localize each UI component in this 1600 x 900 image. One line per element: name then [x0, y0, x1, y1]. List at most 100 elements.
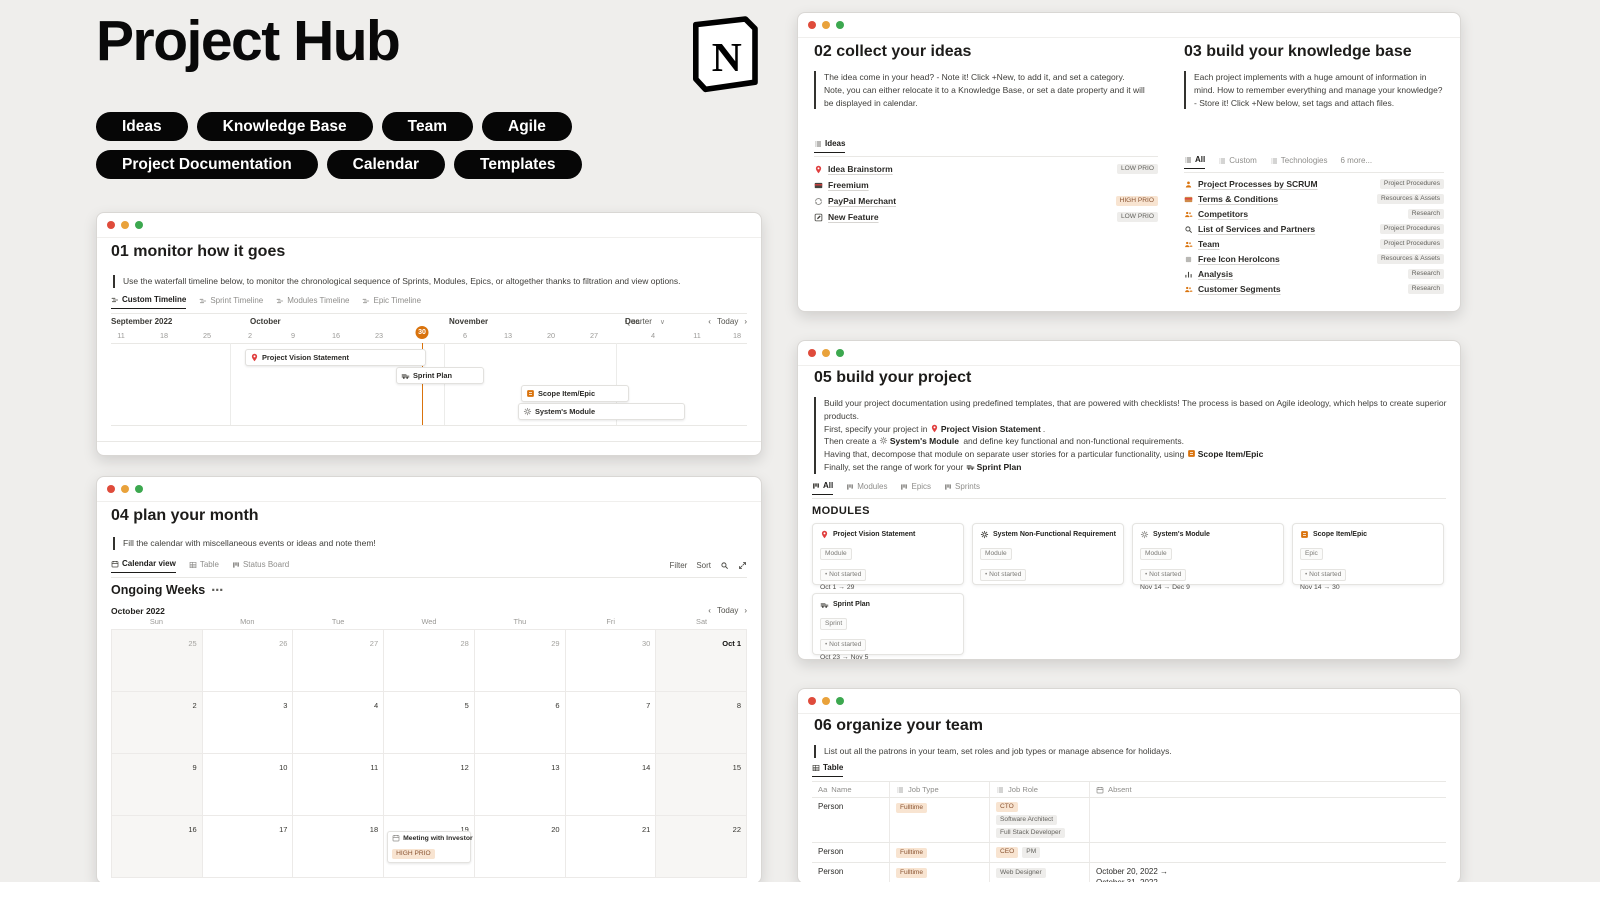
list-item[interactable]: Free Icon HeroIcons Resources & Assets — [1184, 254, 1444, 264]
prev-button[interactable]: ‹ — [708, 606, 711, 615]
calendar-cell[interactable]: 17 — [203, 816, 294, 878]
close-button[interactable] — [808, 349, 816, 357]
minimize-button[interactable] — [822, 349, 830, 357]
list-item[interactable]: Team Project Procedures — [1184, 239, 1444, 249]
tab-all[interactable]: All — [812, 481, 833, 495]
calendar-cell[interactable]: 14 — [566, 754, 657, 816]
zoom-button[interactable] — [135, 221, 143, 229]
list-item[interactable]: New Feature LOW PRIO — [814, 212, 1158, 222]
table-row[interactable]: Person Fulltime CEO PM — [812, 843, 1446, 863]
calendar-cell[interactable]: 21 — [566, 816, 657, 878]
zoom-button[interactable] — [836, 349, 844, 357]
today-marker[interactable]: 30 — [416, 326, 429, 339]
list-item[interactable]: List of Services and Partners Project Pr… — [1184, 224, 1444, 234]
close-button[interactable] — [808, 21, 816, 29]
tag-team[interactable]: Team — [382, 112, 473, 141]
minimize-button[interactable] — [121, 221, 129, 229]
list-item[interactable]: Analysis Research — [1184, 269, 1444, 279]
calendar-cell[interactable]: 26 — [203, 630, 294, 692]
tab-sprint-timeline[interactable]: Sprint Timeline — [199, 296, 263, 309]
tab-epic-timeline[interactable]: Epic Timeline — [362, 296, 421, 309]
calendar-cell[interactable]: 28 — [384, 630, 475, 692]
module-card[interactable]: Scope Item/Epic Epic Not started Nov 14 … — [1292, 523, 1444, 585]
tab-calendar-view[interactable]: Calendar view — [111, 559, 176, 573]
page-link[interactable]: Project Vision Statement — [941, 424, 1041, 434]
calendar-cell[interactable]: 16 — [112, 816, 203, 878]
list-item[interactable]: Idea Brainstorm LOW PRIO — [814, 164, 1158, 174]
tag-ideas[interactable]: Ideas — [96, 112, 188, 141]
tab-technologies[interactable]: Technologies — [1270, 156, 1328, 169]
filter-button[interactable]: Filter — [670, 561, 688, 570]
tab-table[interactable]: Table — [812, 763, 843, 777]
tag-templates[interactable]: Templates — [454, 150, 582, 179]
tab-table[interactable]: Table — [189, 560, 219, 573]
tab-modules[interactable]: Modules — [846, 482, 887, 495]
calendar-cell[interactable]: Oct 1 — [656, 630, 747, 692]
calendar-event[interactable]: Meeting with Investor HIGH PRIO — [387, 831, 471, 863]
list-item[interactable]: Freemium — [814, 180, 1158, 190]
list-item[interactable]: Terms & Conditions Resources & Assets — [1184, 194, 1444, 204]
tag-project-documentation[interactable]: Project Documentation — [96, 150, 318, 179]
sort-button[interactable]: Sort — [696, 561, 711, 570]
page-link[interactable]: System's Module — [890, 436, 959, 446]
calendar-cell[interactable]: 29 — [475, 630, 566, 692]
table-row[interactable]: Person Fulltime Web Designer October 20,… — [812, 863, 1446, 884]
close-button[interactable] — [107, 221, 115, 229]
calendar-cell[interactable]: 6 — [475, 692, 566, 754]
calendar-cell[interactable]: 8 — [656, 692, 747, 754]
tag-calendar[interactable]: Calendar — [327, 150, 445, 179]
list-item[interactable]: PayPal Merchant HIGH PRIO — [814, 196, 1158, 206]
expand-icon[interactable] — [738, 561, 747, 570]
quarter-select[interactable]: Quarter — [625, 317, 665, 326]
close-button[interactable] — [808, 697, 816, 705]
tab-modules-timeline[interactable]: Modules Timeline — [276, 296, 349, 309]
today-button[interactable]: Today — [717, 317, 738, 326]
calendar-cell[interactable]: 10 — [203, 754, 294, 816]
timeline-bar-scope-item[interactable]: Scope Item/Epic — [521, 385, 629, 402]
tab-more[interactable]: 6 more... — [1341, 156, 1373, 169]
calendar-cell[interactable]: 13 — [475, 754, 566, 816]
module-card[interactable]: System's Module Module Not started Nov 1… — [1132, 523, 1284, 585]
zoom-button[interactable] — [836, 697, 844, 705]
calendar-cell[interactable]: 2 — [112, 692, 203, 754]
calendar-cell[interactable]: 12 — [384, 754, 475, 816]
minimize-button[interactable] — [822, 21, 830, 29]
calendar-cell[interactable]: 30 — [566, 630, 657, 692]
zoom-button[interactable] — [135, 485, 143, 493]
calendar-cell[interactable]: 3 — [203, 692, 294, 754]
list-item[interactable]: Project Processes by SCRUM Project Proce… — [1184, 179, 1444, 189]
page-link[interactable]: Scope Item/Epic — [1198, 449, 1264, 459]
tab-epics[interactable]: Epics — [900, 482, 931, 495]
column-name[interactable]: AaName — [812, 782, 890, 797]
calendar-cell[interactable]: 5 — [384, 692, 475, 754]
calendar-cell[interactable]: 22 — [656, 816, 747, 878]
calendar-cell[interactable]: 19 Meeting with Investor HIGH PRIO — [384, 816, 475, 878]
calendar-cell[interactable]: 18 — [293, 816, 384, 878]
tag-agile[interactable]: Agile — [482, 112, 572, 141]
close-button[interactable] — [107, 485, 115, 493]
tab-custom[interactable]: Custom — [1218, 156, 1257, 169]
calendar-cell[interactable]: 15 — [656, 754, 747, 816]
tab-ideas[interactable]: Ideas — [814, 139, 845, 153]
tab-all[interactable]: All — [1184, 155, 1205, 169]
calendar-cell[interactable]: 4 — [293, 692, 384, 754]
more-options-icon[interactable] — [211, 583, 223, 597]
timeline-bar-systems-module[interactable]: System's Module — [518, 403, 685, 420]
calendar-cell[interactable]: 11 — [293, 754, 384, 816]
calendar-cell[interactable]: 20 — [475, 816, 566, 878]
column-job-role[interactable]: Job Role — [990, 782, 1090, 797]
calendar-cell[interactable]: 9 — [112, 754, 203, 816]
table-row[interactable]: Person Fulltime CTO Software Architect F… — [812, 798, 1446, 843]
tab-custom-timeline[interactable]: Custom Timeline — [111, 295, 186, 309]
tab-status-board[interactable]: Status Board — [232, 560, 289, 573]
timeline-bar-sprint-plan[interactable]: Sprint Plan — [396, 367, 484, 384]
today-button[interactable]: Today — [717, 606, 738, 615]
calendar-cell[interactable]: 7 — [566, 692, 657, 754]
next-button[interactable]: › — [744, 317, 747, 326]
tab-sprints[interactable]: Sprints — [944, 482, 980, 495]
tag-knowledge-base[interactable]: Knowledge Base — [197, 112, 373, 141]
module-card[interactable]: Project Vision Statement Module Not star… — [812, 523, 964, 585]
list-item[interactable]: Customer Segments Research — [1184, 284, 1444, 294]
prev-button[interactable]: ‹ — [708, 317, 711, 326]
calendar-cell[interactable]: 25 — [112, 630, 203, 692]
